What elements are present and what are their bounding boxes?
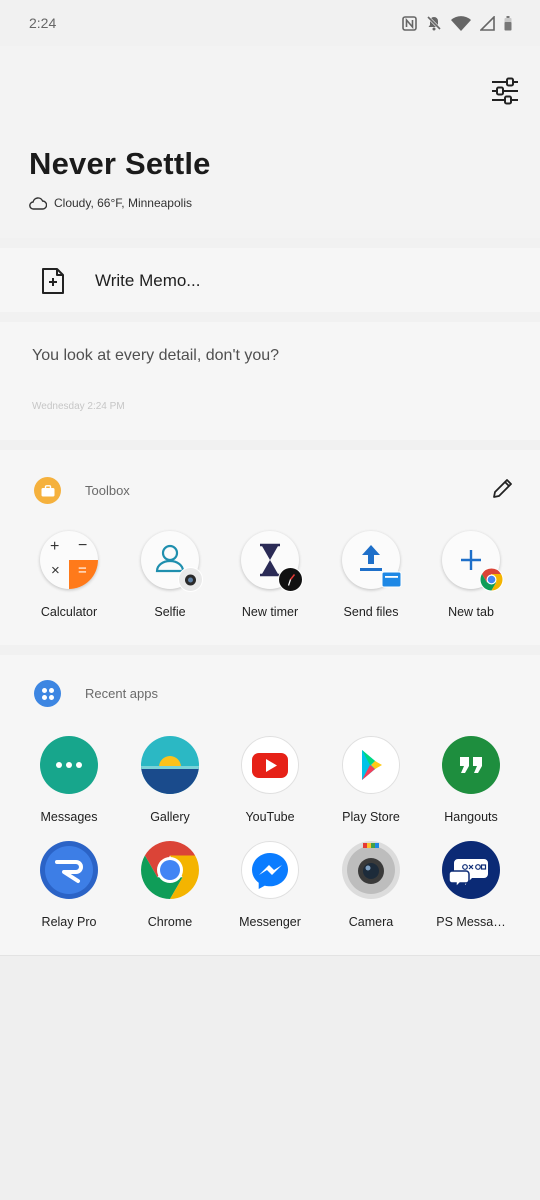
status-bar: 2:24 <box>0 0 540 46</box>
memo-add-icon <box>42 268 64 294</box>
wifi-icon <box>451 15 471 31</box>
weather-widget[interactable]: Cloudy, 66°F, Minneapolis <box>29 196 192 210</box>
cloud-icon <box>29 196 47 210</box>
camera-icon <box>342 841 400 899</box>
edit-toolbox-button[interactable] <box>490 475 516 501</box>
recent-app-messenger[interactable]: Messenger <box>220 841 320 929</box>
quote-text: You look at every detail, don't you? <box>32 347 280 364</box>
signal-icon <box>480 15 495 31</box>
toolbox-card: Toolbox + − × = Calculator Selfie New ti… <box>0 450 540 645</box>
recent-app-ps-messages[interactable]: PS Messa… <box>421 841 521 929</box>
app-label: New tab <box>448 605 494 619</box>
app-label: Chrome <box>147 915 193 929</box>
app-label: Selfie <box>154 605 186 619</box>
folder-badge-icon <box>381 571 402 588</box>
recent-app-youtube[interactable]: YouTube <box>220 736 320 824</box>
calculator-icon: + − × = <box>40 531 98 589</box>
toolbox-badge-icon <box>34 477 61 504</box>
toolbox-item-send-files[interactable]: Send files <box>321 531 421 619</box>
relay-pro-icon <box>40 841 98 899</box>
recent-apps-title: Recent apps <box>85 686 158 701</box>
toolbox-title: Toolbox <box>85 483 130 498</box>
recent-apps-card: Recent apps Messages Gallery YouTube Pla… <box>0 655 540 955</box>
recent-app-play-store[interactable]: Play Store <box>321 736 421 824</box>
ps-messages-icon <box>442 841 500 899</box>
recent-app-camera[interactable]: Camera <box>321 841 421 929</box>
app-label: Camera <box>348 915 394 929</box>
recent-apps-badge-icon <box>34 680 61 707</box>
toolbox-item-new-timer[interactable]: New timer <box>220 531 320 619</box>
chrome-icon <box>141 841 199 899</box>
toolbox-item-calculator[interactable]: + − × = Calculator <box>19 531 119 619</box>
camera-badge-icon <box>178 567 203 592</box>
toolbox-item-new-tab[interactable]: New tab <box>421 531 521 619</box>
pencil-icon <box>493 479 512 498</box>
app-label: Calculator <box>40 605 98 619</box>
shelf-settings-button[interactable] <box>488 74 522 108</box>
recent-apps-grid: Messages Gallery YouTube Play Store Hang… <box>0 736 540 946</box>
hangouts-icon <box>442 736 500 794</box>
status-time: 2:24 <box>29 15 57 31</box>
chrome-badge-icon <box>479 567 504 592</box>
app-label: Send files <box>343 605 399 619</box>
status-icons <box>402 15 512 31</box>
app-label: Relay Pro <box>41 915 97 929</box>
empty-shelf-area <box>0 955 540 1200</box>
toolbox-item-selfie[interactable]: Selfie <box>120 531 220 619</box>
recent-apps-header: Recent apps <box>34 680 158 707</box>
app-label: Play Store <box>342 810 400 824</box>
app-label: New timer <box>241 605 299 619</box>
write-memo-card[interactable]: Write Memo... <box>0 248 540 312</box>
quote-timestamp: Wednesday 2:24 PM <box>32 401 125 412</box>
play-store-icon <box>342 736 400 794</box>
recent-app-messages[interactable]: Messages <box>19 736 119 824</box>
gallery-icon <box>141 736 199 794</box>
youtube-icon <box>241 736 299 794</box>
nfc-icon <box>402 15 417 31</box>
page-title: Never Settle <box>29 146 211 181</box>
weather-text: Cloudy, 66°F, Minneapolis <box>54 196 192 210</box>
quote-card: You look at every detail, don't you? Wed… <box>0 322 540 440</box>
app-label: PS Messa… <box>436 915 506 929</box>
messages-icon <box>40 736 98 794</box>
recent-app-chrome[interactable]: Chrome <box>120 841 220 929</box>
messenger-icon <box>241 841 299 899</box>
app-label: Hangouts <box>444 810 498 824</box>
bell-off-icon <box>426 15 442 31</box>
recent-app-relay-pro[interactable]: Relay Pro <box>19 841 119 929</box>
recent-app-gallery[interactable]: Gallery <box>120 736 220 824</box>
app-label: Messages <box>40 810 98 824</box>
clock-badge-icon <box>278 567 303 592</box>
battery-icon <box>504 15 512 31</box>
toolbox-grid: + − × = Calculator Selfie New timer Send… <box>0 531 540 636</box>
app-label: Messenger <box>239 915 301 929</box>
app-label: YouTube <box>245 810 295 824</box>
recent-app-hangouts[interactable]: Hangouts <box>421 736 521 824</box>
shelf-header: Never Settle Cloudy, 66°F, Minneapolis <box>0 46 540 238</box>
toolbox-header: Toolbox <box>34 477 130 504</box>
app-label: Gallery <box>150 810 190 824</box>
write-memo-label: Write Memo... <box>95 271 201 290</box>
sliders-icon <box>492 77 518 105</box>
